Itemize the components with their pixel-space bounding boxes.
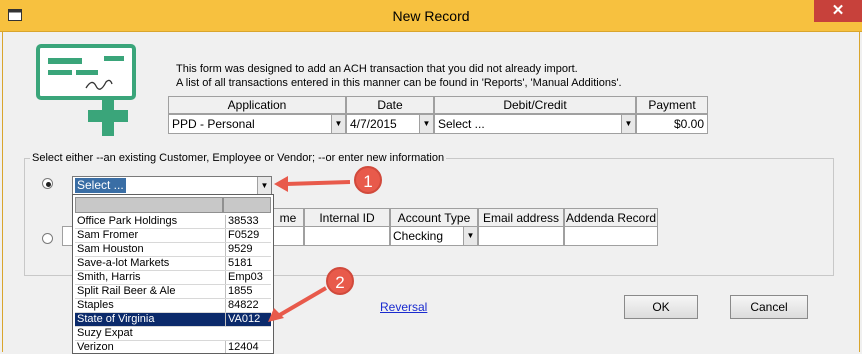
window-title: New Record bbox=[392, 8, 470, 24]
title-bar: New Record ✕ bbox=[0, 0, 862, 32]
cancel-button[interactable]: Cancel bbox=[730, 295, 808, 319]
header-internal-id: Internal ID bbox=[304, 208, 390, 228]
list-item[interactable]: Save-a-lot Markets 5181 bbox=[75, 257, 271, 271]
list-item[interactable]: Sam Fromer F0529 bbox=[75, 229, 271, 243]
dropdown-header-name bbox=[75, 197, 223, 213]
date-value: 4/7/2015 bbox=[350, 117, 397, 131]
email-cell[interactable] bbox=[478, 226, 564, 246]
check-add-icon bbox=[36, 44, 136, 136]
list-item[interactable]: Sam Houston 9529 bbox=[75, 243, 271, 257]
chevron-down-icon[interactable]: ▼ bbox=[331, 115, 345, 133]
chevron-down-icon[interactable]: ▼ bbox=[463, 227, 477, 245]
header-email: Email address bbox=[478, 208, 564, 228]
chevron-down-icon[interactable]: ▼ bbox=[257, 177, 271, 194]
list-item-selected[interactable]: State of Virginia VA012 bbox=[75, 313, 271, 327]
selection-group-label: Select either --an existing Customer, Em… bbox=[30, 152, 447, 164]
existing-record-radio[interactable] bbox=[42, 178, 53, 189]
date-field[interactable]: 4/7/2015 ▼ bbox=[346, 114, 434, 134]
name-cell[interactable] bbox=[272, 226, 304, 246]
application-value: PPD - Personal bbox=[172, 117, 255, 131]
dropdown-header-code bbox=[223, 197, 271, 213]
header-name: me bbox=[272, 208, 304, 228]
header-addenda: Addenda Record bbox=[564, 208, 658, 228]
entity-combo[interactable]: Select ... ▼ bbox=[72, 176, 272, 195]
list-item[interactable]: Verizon 12404 bbox=[75, 341, 271, 353]
close-button[interactable]: ✕ bbox=[814, 0, 862, 22]
application-select[interactable]: PPD - Personal ▼ bbox=[168, 114, 346, 134]
entity-dropdown-list[interactable]: Office Park Holdings 38533 Sam Fromer F052… bbox=[72, 194, 274, 354]
description-line-2: A list of all transactions entered in th… bbox=[176, 77, 622, 89]
description-line-1: This form was designed to add an ACH tra… bbox=[176, 63, 578, 75]
account-type-value: Checking bbox=[393, 229, 444, 243]
annotation-arrow-1 bbox=[272, 168, 362, 198]
header-application: Application bbox=[168, 96, 346, 114]
addenda-cell[interactable] bbox=[564, 226, 658, 246]
reversal-link[interactable]: Reversal bbox=[380, 300, 427, 314]
debit-credit-select[interactable]: Select ... ▼ bbox=[434, 114, 636, 134]
list-item[interactable]: Suzy Expat bbox=[75, 327, 271, 341]
annotation-arrow-2 bbox=[264, 284, 334, 324]
list-item[interactable]: Staples 84822 bbox=[75, 299, 271, 313]
debit-credit-value: Select ... bbox=[438, 117, 485, 131]
header-account-type: Account Type bbox=[390, 208, 478, 228]
chevron-down-icon[interactable]: ▼ bbox=[419, 115, 433, 133]
chevron-down-icon[interactable]: ▼ bbox=[621, 115, 635, 133]
list-item[interactable]: Office Park Holdings 38533 bbox=[75, 215, 271, 229]
header-payment: Payment bbox=[636, 96, 708, 114]
annotation-badge-2: 2 bbox=[326, 267, 354, 295]
internal-id-cell[interactable] bbox=[304, 226, 390, 246]
payment-field[interactable]: $0.00 bbox=[636, 114, 708, 134]
header-date: Date bbox=[346, 96, 434, 114]
header-debit-credit: Debit/Credit bbox=[434, 96, 636, 114]
ok-button[interactable]: OK bbox=[624, 295, 698, 319]
list-item[interactable]: Split Rail Beer & Ale 1855 bbox=[75, 285, 271, 299]
combo-selected-text: Select ... bbox=[75, 178, 126, 193]
annotation-badge-1: 1 bbox=[354, 166, 382, 194]
account-type-select[interactable]: Checking ▼ bbox=[390, 226, 478, 246]
new-info-radio[interactable] bbox=[42, 233, 53, 244]
list-item[interactable]: Smith, Harris Emp03 bbox=[75, 271, 271, 285]
